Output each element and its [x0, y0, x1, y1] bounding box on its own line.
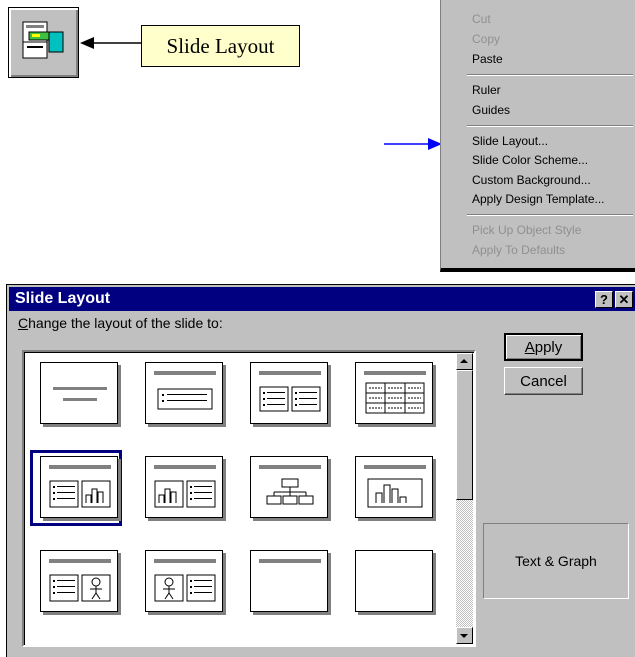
- graph-and-text-icon: [154, 465, 216, 508]
- layout-two-column-text[interactable]: [250, 362, 328, 424]
- apply-button[interactable]: Apply: [504, 333, 583, 361]
- layout-clip-art-and-text[interactable]: [145, 550, 223, 612]
- pointer-arrow-icon: [384, 138, 442, 150]
- layout-table[interactable]: [355, 362, 433, 424]
- title-layout-icon: [53, 387, 107, 401]
- layout-prompt-label: Change the layout of the slide to:: [18, 315, 223, 331]
- text-and-clip-art-icon: [49, 559, 111, 602]
- layout-bulleted-list[interactable]: [145, 362, 223, 424]
- title-only-icon: [259, 559, 321, 563]
- bulleted-list-icon: [154, 371, 216, 410]
- menu-separator: [467, 74, 633, 76]
- scroll-down-button[interactable]: [456, 627, 473, 644]
- layout-preview-label: Text & Graph: [483, 523, 629, 599]
- menu-item-copy[interactable]: Copy: [472, 32, 500, 46]
- menu-item-slide-layout[interactable]: Slide Layout...: [472, 134, 548, 148]
- layout-gallery[interactable]: [22, 350, 476, 647]
- layout-text-and-clip-art[interactable]: [40, 550, 118, 612]
- org-chart-icon: [259, 465, 321, 505]
- two-column-text-icon: [259, 371, 321, 412]
- close-button[interactable]: ✕: [615, 291, 633, 308]
- slide-layout-dialog: Slide Layout ? ✕ Change the layout of th…: [6, 284, 635, 657]
- dialog-title: Slide Layout: [15, 290, 111, 307]
- menu-item-custom-background[interactable]: Custom Background...: [472, 173, 591, 187]
- layout-graph[interactable]: [355, 456, 433, 518]
- scroll-thumb[interactable]: [456, 370, 473, 500]
- menu-item-slide-color-scheme[interactable]: Slide Color Scheme...: [472, 153, 588, 167]
- slide-layout-toolbar-button[interactable]: [8, 7, 79, 78]
- scroll-up-button[interactable]: [456, 353, 473, 370]
- callout-arrow-icon: [80, 37, 141, 49]
- layout-title-only[interactable]: [250, 550, 328, 612]
- menu-item-ruler[interactable]: Ruler: [472, 83, 501, 97]
- menu-item-pick-up-object-style[interactable]: Pick Up Object Style: [472, 223, 581, 237]
- menu-separator: [467, 125, 633, 127]
- arrow-down-icon: [460, 634, 468, 638]
- context-menu: Cut Copy Paste Ruler Guides Slide Layout…: [440, 0, 635, 272]
- layout-title[interactable]: [40, 362, 118, 424]
- layout-graph-and-text[interactable]: [145, 456, 223, 518]
- menu-separator: [467, 214, 633, 216]
- gallery-scrollbar[interactable]: [456, 353, 473, 644]
- menu-item-apply-to-defaults[interactable]: Apply To Defaults: [472, 243, 565, 257]
- menu-item-apply-design-template[interactable]: Apply Design Template...: [472, 192, 605, 206]
- table-icon: [364, 371, 426, 414]
- cancel-button[interactable]: Cancel: [504, 367, 583, 395]
- clip-art-and-text-icon: [154, 559, 216, 602]
- layout-organization-chart[interactable]: [250, 456, 328, 518]
- graph-icon: [364, 465, 426, 508]
- help-button[interactable]: ?: [595, 291, 613, 308]
- dialog-titlebar[interactable]: Slide Layout ? ✕: [9, 287, 635, 311]
- menu-item-guides[interactable]: Guides: [472, 103, 510, 117]
- slide-layout-icon: [22, 21, 64, 59]
- menu-item-paste[interactable]: Paste: [472, 52, 503, 66]
- menu-item-cut[interactable]: Cut: [472, 12, 491, 26]
- layout-text-and-graph[interactable]: [40, 456, 118, 518]
- arrow-up-icon: [460, 359, 468, 363]
- text-and-graph-icon: [49, 465, 111, 508]
- slide-layout-callout: Slide Layout: [141, 25, 300, 67]
- layout-blank[interactable]: [355, 550, 433, 612]
